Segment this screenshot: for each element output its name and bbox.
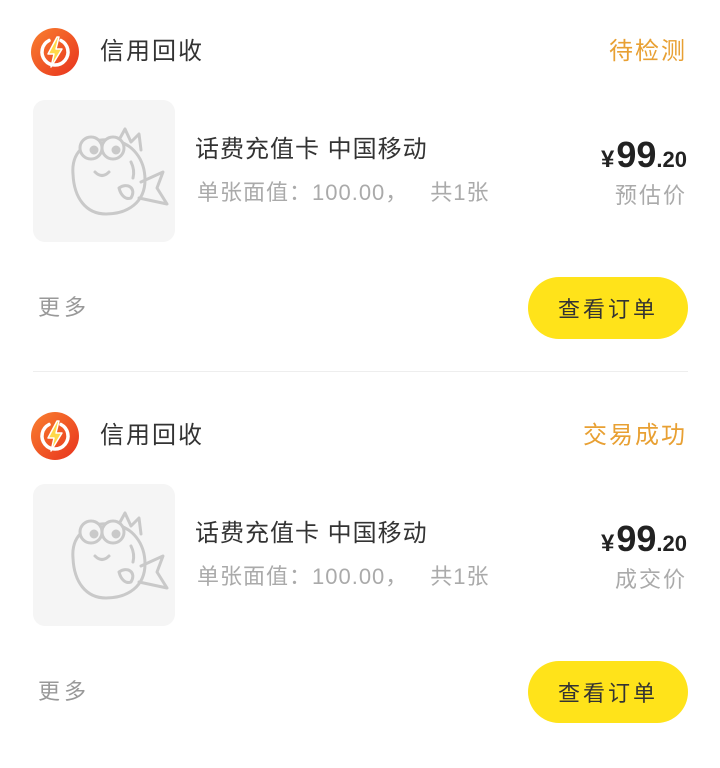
price-currency: ¥ — [601, 530, 615, 557]
product-title: 话费充值卡 中国移动 — [195, 136, 428, 163]
product-row[interactable]: 话费充值卡 中国移动 单张面值：100.00， 共1张 ¥ 99 .20 预估价 — [0, 100, 720, 242]
product-spec: 单张面值：100.00， 共1张 — [197, 562, 490, 592]
price-integer: 99 — [616, 134, 657, 175]
view-order-button[interactable]: 查看订单 — [528, 661, 688, 723]
merchant-name: 信用回收 — [100, 38, 204, 65]
face-value: 单张面值：100.00， — [197, 180, 409, 205]
quantity: 共1张 — [430, 564, 490, 589]
view-order-button[interactable]: 查看订单 — [528, 277, 688, 339]
fish-placeholder-icon — [33, 484, 175, 626]
order-card: 信用回收 待检测 话费充值卡 中国移动 单张面值：100.00， 共1张 ¥ 99 — [0, 0, 720, 384]
face-value: 单张面值：100.00， — [197, 564, 409, 589]
order-card: 信用回收 交易成功 话费充值卡 中国移动 单张面值：100.00， 共1张 ¥ 9… — [0, 384, 720, 768]
product-spec: 单张面值：100.00， 共1张 — [197, 178, 490, 208]
order-status: 待检测 — [609, 38, 687, 65]
merchant-name: 信用回收 — [100, 422, 204, 449]
price-label: 成交价 — [614, 567, 687, 592]
price-label: 预估价 — [614, 183, 687, 208]
lightning-bolt-icon — [31, 28, 79, 76]
price-currency: ¥ — [601, 146, 615, 173]
price-integer: 99 — [616, 518, 657, 559]
price-decimal: .20 — [656, 531, 687, 556]
order-divider — [33, 371, 688, 372]
price: ¥ 99 .20 — [601, 133, 687, 182]
product-title: 话费充值卡 中国移动 — [195, 520, 428, 547]
quantity: 共1张 — [430, 180, 490, 205]
more-link[interactable]: 更多 — [38, 293, 90, 323]
fish-placeholder-icon — [33, 100, 175, 242]
price: ¥ 99 .20 — [601, 517, 687, 566]
order-status: 交易成功 — [583, 422, 687, 449]
price-decimal: .20 — [656, 147, 687, 172]
lightning-bolt-icon — [31, 412, 79, 460]
product-row[interactable]: 话费充值卡 中国移动 单张面值：100.00， 共1张 ¥ 99 .20 成交价 — [0, 484, 720, 626]
more-link[interactable]: 更多 — [38, 677, 90, 707]
